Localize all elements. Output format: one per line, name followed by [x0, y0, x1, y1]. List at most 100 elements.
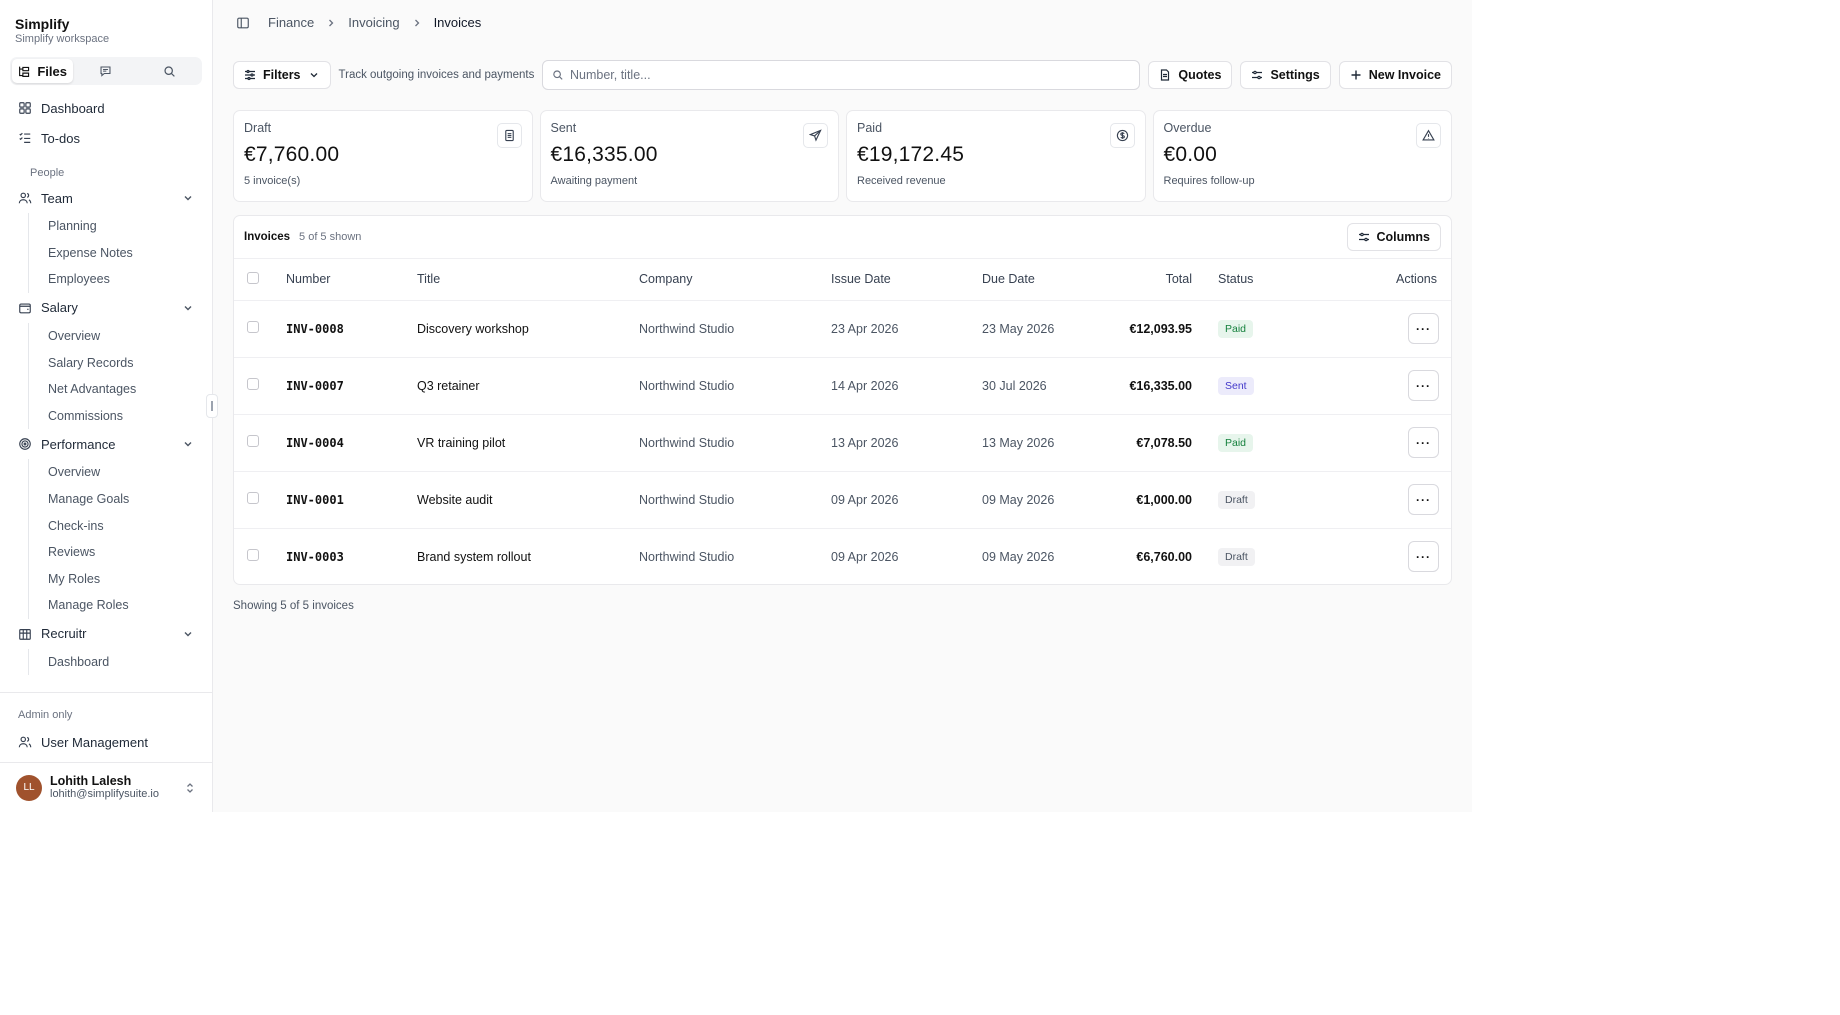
tab-files-label: Files — [37, 63, 67, 79]
sidebar-item-todos[interactable]: To-dos — [10, 123, 202, 153]
status-badge: Draft — [1218, 490, 1255, 509]
user-info: Lohith Lalesh lohith@simplifysuite.io — [50, 774, 159, 801]
breadcrumb: Finance Invoicing Invoices — [236, 15, 481, 30]
invoice-number[interactable]: INV-0004 — [286, 414, 417, 472]
columns-button[interactable]: Columns — [1346, 223, 1441, 251]
row-checkbox[interactable] — [247, 321, 259, 333]
sidebar-item-salary-overview[interactable]: Overview — [39, 323, 202, 350]
sidebar-item-reviews[interactable]: Reviews — [39, 539, 202, 566]
col-status[interactable]: Status — [1218, 259, 1318, 301]
row-actions-button[interactable]: ··· — [1408, 541, 1439, 573]
card-icon-box — [1416, 123, 1441, 148]
recruitr-subitems: Dashboard — [28, 648, 202, 676]
invoice-company: Northwind Studio — [639, 357, 831, 415]
status-badge: Paid — [1218, 319, 1254, 338]
document-icon — [504, 129, 514, 142]
app-window: Simplify Simplify workspace Files Dashbo… — [0, 0, 1472, 812]
tab-search[interactable] — [139, 59, 200, 83]
invoice-number[interactable]: INV-0008 — [286, 300, 417, 358]
sidebar-item-salary-records[interactable]: Salary Records — [39, 349, 202, 376]
pagination-summary: Showing 5 of 5 invoices — [233, 600, 354, 612]
row-actions-button[interactable]: ··· — [1408, 484, 1439, 515]
sidebar-group-recruitr[interactable]: Recruitr — [10, 619, 202, 649]
col-issue-date[interactable]: Issue Date — [831, 259, 982, 301]
col-company[interactable]: Company — [639, 259, 831, 301]
sliders-icon — [1252, 70, 1263, 80]
invoice-title: VR training pilot — [417, 414, 639, 472]
sidebar-item-planning[interactable]: Planning — [39, 213, 202, 240]
breadcrumb-invoicing[interactable]: Invoicing — [348, 15, 399, 30]
invoice-number[interactable]: INV-0003 — [286, 528, 417, 584]
row-checkbox[interactable] — [247, 492, 259, 504]
sidebar-group-performance[interactable]: Performance — [10, 429, 202, 459]
breadcrumb-finance[interactable]: Finance — [268, 15, 314, 30]
card-label: Paid — [857, 121, 883, 135]
row-select-cell — [234, 414, 286, 472]
row-actions-button[interactable]: ··· — [1408, 370, 1439, 401]
row-checkbox[interactable] — [247, 549, 259, 562]
sidebar-group-team[interactable]: Team — [10, 183, 202, 213]
chevron-right-icon — [414, 19, 419, 26]
table-row[interactable]: INV-0001 Website audit Northwind Studio … — [234, 471, 1451, 529]
sidebar-item-check-ins[interactable]: Check-ins — [39, 512, 202, 539]
invoice-issue-date: 09 Apr 2026 — [831, 471, 982, 529]
settings-button[interactable]: Settings — [1240, 61, 1331, 89]
send-icon — [809, 129, 822, 142]
col-title[interactable]: Title — [417, 259, 639, 301]
table-row[interactable]: INV-0007 Q3 retainer Northwind Studio 14… — [234, 357, 1451, 415]
select-all-checkbox[interactable] — [247, 271, 259, 284]
table-row[interactable]: INV-0003 Brand system rollout Northwind … — [234, 528, 1451, 584]
sidebar-item-performance-overview[interactable]: Overview — [39, 459, 202, 486]
col-due-date[interactable]: Due Date — [982, 259, 1107, 301]
settings-label: Settings — [1270, 68, 1320, 82]
sidebar-item-my-roles[interactable]: My Roles — [39, 566, 202, 593]
tab-files[interactable]: Files — [12, 59, 74, 83]
quotes-button[interactable]: Quotes — [1148, 61, 1233, 89]
user-menu[interactable]: LL Lohith Lalesh lohith@simplifysuite.io — [0, 762, 212, 812]
sidebar-item-label: To-dos — [41, 130, 81, 146]
sidebar-group-salary[interactable]: Salary — [10, 293, 202, 323]
invoice-company: Northwind Studio — [639, 300, 831, 358]
sidebar-item-net-advantages[interactable]: Net Advantages — [39, 376, 202, 403]
sidebar-item-expense-notes[interactable]: Expense Notes — [39, 240, 202, 267]
tab-chat[interactable] — [75, 59, 136, 83]
sidebar-item-commissions[interactable]: Commissions — [39, 403, 202, 430]
col-number[interactable]: Number — [286, 259, 417, 301]
invoice-title: Website audit — [417, 471, 639, 529]
plus-icon — [1351, 70, 1361, 80]
main-content: Finance Invoicing Invoices Filters Track… — [213, 0, 1472, 812]
table-row[interactable]: INV-0008 Discovery workshop Northwind St… — [234, 300, 1451, 358]
sidebar-item-recruitr-dashboard[interactable]: Dashboard — [39, 649, 202, 676]
sidebar-item-manage-goals[interactable]: Manage Goals — [39, 486, 202, 513]
wallet-icon — [19, 303, 31, 314]
sidebar-item-manage-roles[interactable]: Manage Roles — [39, 592, 202, 619]
status-cell: Draft — [1218, 471, 1318, 529]
invoice-number[interactable]: INV-0001 — [286, 471, 417, 529]
row-checkbox[interactable] — [247, 435, 259, 447]
filters-button[interactable]: Filters — [233, 61, 331, 89]
new-invoice-button[interactable]: New Invoice — [1338, 61, 1452, 89]
invoice-issue-date: 14 Apr 2026 — [831, 357, 982, 415]
col-total[interactable]: Total — [1107, 259, 1218, 301]
brand: Simplify Simplify workspace — [0, 0, 212, 45]
chevron-down-icon — [184, 305, 192, 311]
status-cell: Draft — [1218, 528, 1318, 584]
row-actions-button[interactable]: ··· — [1408, 427, 1439, 458]
filters-label: Filters — [263, 68, 301, 82]
sidebar-item-dashboard[interactable]: Dashboard — [10, 93, 202, 123]
sidebar-toggle-icon[interactable] — [236, 16, 250, 30]
filter-icon — [245, 69, 255, 81]
card-icon-box — [803, 123, 828, 148]
target-icon — [19, 438, 31, 450]
row-actions-button[interactable]: ··· — [1408, 313, 1439, 344]
table-row[interactable]: INV-0004 VR training pilot Northwind Stu… — [234, 414, 1451, 472]
search-input[interactable] — [569, 68, 1131, 82]
invoice-due-date: 09 May 2026 — [982, 549, 1055, 564]
status-badge: Draft — [1218, 547, 1255, 566]
invoice-total: €1,000.00 — [1107, 471, 1218, 529]
invoice-number[interactable]: INV-0007 — [286, 357, 417, 415]
sidebar-item-employees[interactable]: Employees — [39, 266, 202, 293]
row-checkbox[interactable] — [247, 378, 259, 390]
sidebar-item-user-management[interactable]: User Management — [10, 727, 202, 757]
summary-cards: Draft €7,760.00 5 invoice(s) Sent €16,33… — [233, 110, 1452, 202]
